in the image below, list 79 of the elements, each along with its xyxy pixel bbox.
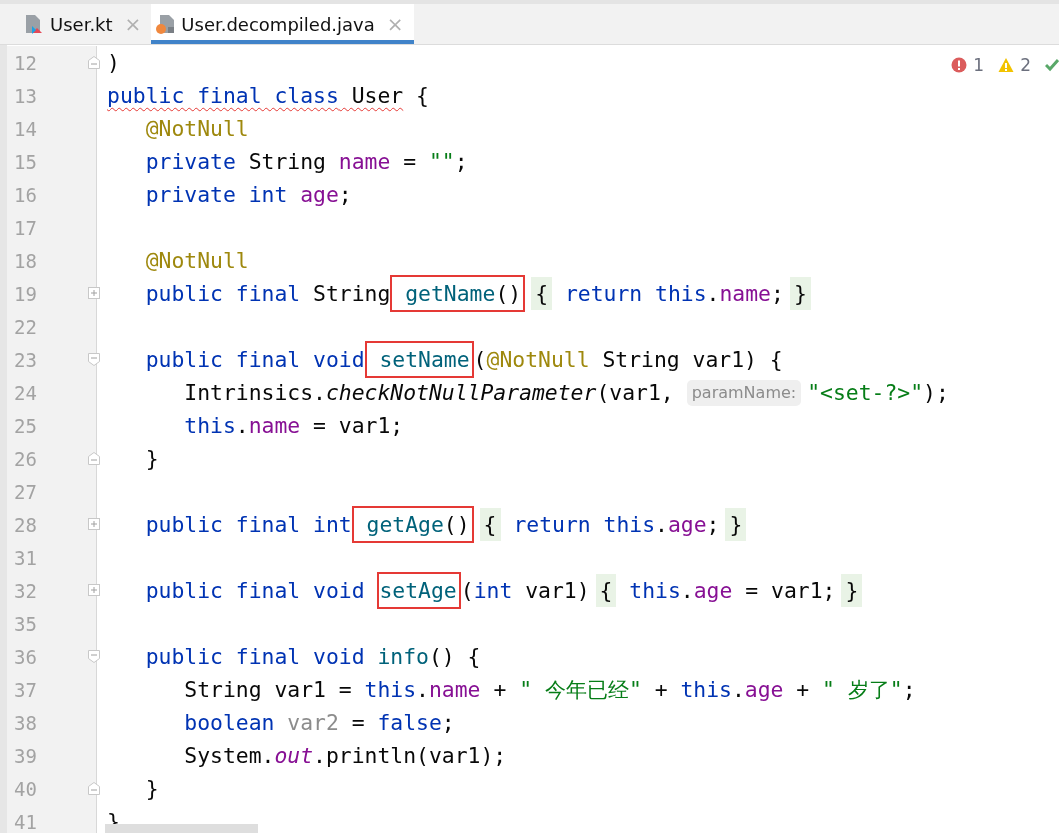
line-number: 26 <box>14 447 38 470</box>
java-file-icon <box>155 14 176 34</box>
kotlin-file-icon <box>24 14 44 34</box>
code-text: private String name = ""; <box>144 148 468 176</box>
line-number: 37 <box>14 678 38 701</box>
code-text: return this.name; <box>563 280 784 308</box>
line-number: 23 <box>14 348 38 371</box>
line-number: 31 <box>14 546 38 569</box>
code-text: public final class User { <box>107 82 429 110</box>
problem-count: 2 <box>1020 55 1031 75</box>
line-number: 38 <box>14 711 38 734</box>
fold-icon[interactable] <box>87 352 101 367</box>
code-text: (int var1) <box>460 577 590 605</box>
fold-icon[interactable] <box>87 55 101 70</box>
code-text: (@NotNull String var1) { <box>473 346 783 374</box>
line-number: 41 <box>14 810 38 833</box>
line-number: 24 <box>14 381 38 404</box>
folded-code[interactable]: } <box>841 574 863 607</box>
code-text: boolean var2 = false; <box>183 709 455 737</box>
code-text: System.out.println(var1); <box>183 742 507 770</box>
line-number: 36 <box>14 645 38 668</box>
code-text: String var1 = this.name + " 今年已经" + this.age + " 岁了"; <box>183 676 916 704</box>
code-text: this.name = var1; <box>183 412 404 440</box>
code-text: public final int <box>144 511 352 539</box>
expand-icon[interactable] <box>87 583 101 598</box>
warning-icon[interactable] <box>998 57 1015 73</box>
code-text: } <box>144 775 159 803</box>
scrollbar[interactable] <box>105 824 258 833</box>
tab-label: User.kt <box>50 13 113 35</box>
line-number: 32 <box>14 579 38 602</box>
line-number: 17 <box>14 216 38 239</box>
line-number: 22 <box>14 315 38 338</box>
highlight-box: setAge <box>377 572 461 609</box>
folded-code[interactable]: { <box>479 508 501 541</box>
code-text: public final void info() { <box>144 643 481 671</box>
code-text: public final void <box>144 577 366 605</box>
code-text: } <box>144 445 159 473</box>
line-number: 28 <box>14 513 38 536</box>
expand-icon[interactable] <box>87 517 101 532</box>
code-text: private int age; <box>144 181 352 209</box>
code-text: this.age = var1; <box>628 577 836 605</box>
expand-icon[interactable] <box>87 286 101 301</box>
line-number: 15 <box>14 150 38 173</box>
line-number: 35 <box>14 612 38 635</box>
folded-code[interactable]: } <box>725 508 747 541</box>
fold-icon[interactable] <box>87 451 101 466</box>
line-number: 13 <box>14 84 38 107</box>
code-text: Intrinsics.checkNotNullParameter(var1, <box>183 379 674 407</box>
folded-code[interactable]: } <box>789 277 811 310</box>
code-text: public final void <box>144 346 365 374</box>
editor-tab[interactable]: User.decompiled.java × <box>151 4 414 44</box>
line-number: 40 <box>14 777 38 800</box>
line-number: 39 <box>14 744 38 767</box>
problem-count: 1 <box>973 55 985 75</box>
error-icon[interactable] <box>951 57 968 73</box>
editor-tab[interactable]: User.kt × <box>20 4 152 44</box>
line-number: 19 <box>14 282 38 305</box>
checkmark-icon[interactable] <box>1045 57 1059 73</box>
fold-icon[interactable] <box>87 781 101 796</box>
folded-code[interactable]: { <box>595 574 617 607</box>
line-number: 14 <box>14 117 38 140</box>
code-text: @NotNull <box>144 247 249 275</box>
line-number: 18 <box>14 249 38 272</box>
line-number: 16 <box>14 183 38 206</box>
line-number: 25 <box>14 414 38 437</box>
line-number: 27 <box>14 480 38 503</box>
code-text: @NotNull <box>144 115 249 143</box>
line-number: 12 <box>14 51 38 74</box>
highlight-box: setName <box>364 341 474 378</box>
code-text: "<set-?>"); <box>807 379 949 407</box>
highlight-box: getAge() <box>351 506 474 543</box>
fold-icon[interactable] <box>87 649 101 664</box>
code-text: public final String <box>144 280 391 308</box>
parameter-hint: paramName: <box>686 379 802 406</box>
code-text: ) <box>107 49 120 77</box>
tab-label: User.decompiled.java <box>181 13 375 35</box>
folded-code[interactable]: { <box>531 277 553 310</box>
code-text: return this.age; <box>512 511 720 539</box>
highlight-box: getName() <box>390 275 526 312</box>
